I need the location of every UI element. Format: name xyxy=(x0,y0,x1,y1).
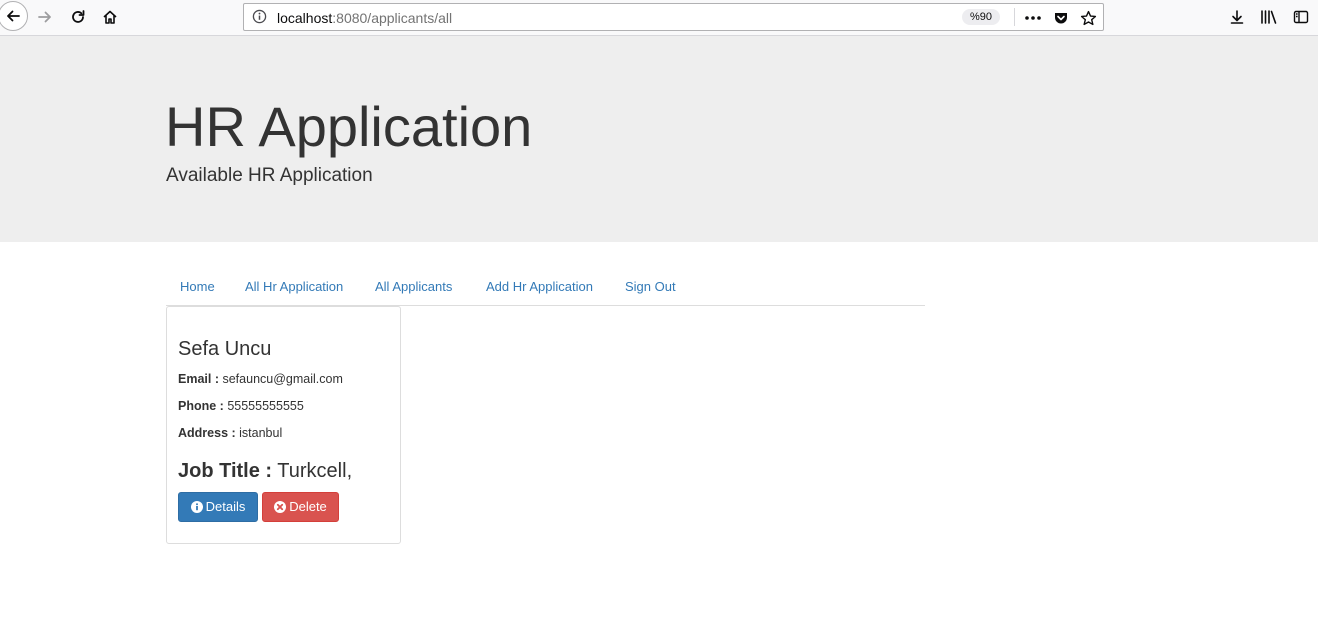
url-bar[interactable]: localhost:8080/applicants/all %90 xyxy=(243,3,1104,31)
home-button[interactable] xyxy=(97,4,123,30)
url-bar-divider xyxy=(1014,8,1015,26)
email-label: Email : xyxy=(178,372,219,386)
library-button[interactable] xyxy=(1256,4,1282,30)
phone-row: Phone : 55555555555 xyxy=(178,398,304,414)
info-circle-icon[interactable] xyxy=(252,9,267,24)
reload-button[interactable] xyxy=(65,4,91,30)
phone-value: 55555555555 xyxy=(227,399,304,413)
home-icon xyxy=(102,9,118,25)
arrow-left-icon xyxy=(5,8,21,24)
pocket-icon[interactable] xyxy=(1051,8,1071,28)
email-value: sefauncu@gmail.com xyxy=(222,372,343,386)
nav-item-home[interactable]: Home xyxy=(180,279,215,295)
delete-label: Delete xyxy=(289,499,327,514)
url-host: localhost xyxy=(277,10,333,26)
sidebar-icon xyxy=(1293,9,1309,25)
address-label: Address : xyxy=(178,426,236,440)
reload-icon xyxy=(70,9,86,25)
details-label: Details xyxy=(205,499,246,514)
applicant-card: Sefa Uncu Email : sefauncu@gmail.com Pho… xyxy=(166,306,401,544)
star-icon[interactable] xyxy=(1078,8,1098,28)
zoom-level-badge[interactable]: %90 xyxy=(962,9,1000,25)
address-value: istanbul xyxy=(239,426,283,440)
job-title-row: Job Title : Turkcell, xyxy=(178,459,352,483)
applicant-name: Sefa Uncu xyxy=(178,338,272,360)
nav-tabs: Home All Hr Application All Applicants A… xyxy=(166,269,925,306)
back-button[interactable] xyxy=(0,1,28,31)
forward-button[interactable] xyxy=(32,4,58,30)
jumbotron-header: HR Application Available HR Application xyxy=(0,36,1318,242)
page-title: HR Application xyxy=(165,95,533,158)
arrow-right-icon xyxy=(37,9,53,25)
url-text[interactable]: localhost:8080/applicants/all xyxy=(277,10,452,26)
nav-item-all-hr-application[interactable]: All Hr Application xyxy=(245,279,343,295)
phone-label: Phone : xyxy=(178,399,224,413)
page-subtitle: Available HR Application xyxy=(166,165,373,186)
downloads-button[interactable] xyxy=(1224,4,1250,30)
url-path: :8080/applicants/all xyxy=(332,10,453,26)
sidebar-button[interactable] xyxy=(1288,4,1314,30)
nav-item-sign-out[interactable]: Sign Out xyxy=(625,279,676,295)
delete-button[interactable]: Delete xyxy=(262,492,339,522)
job-title-label: Job Title : xyxy=(178,460,273,482)
browser-toolbar: localhost:8080/applicants/all %90 xyxy=(0,0,1318,36)
address-row: Address : istanbul xyxy=(178,425,282,441)
details-button[interactable]: Details xyxy=(178,492,258,522)
nav-item-add-hr-application[interactable]: Add Hr Application xyxy=(486,279,593,295)
nav-item-all-applicants[interactable]: All Applicants xyxy=(375,279,452,295)
remove-sign-icon xyxy=(274,501,287,513)
info-sign-icon xyxy=(190,501,203,513)
job-title-value: Turkcell, xyxy=(277,460,353,482)
library-icon xyxy=(1260,9,1278,25)
download-icon xyxy=(1229,9,1245,25)
email-row: Email : sefauncu@gmail.com xyxy=(178,371,343,387)
ellipsis-icon[interactable] xyxy=(1023,8,1043,28)
